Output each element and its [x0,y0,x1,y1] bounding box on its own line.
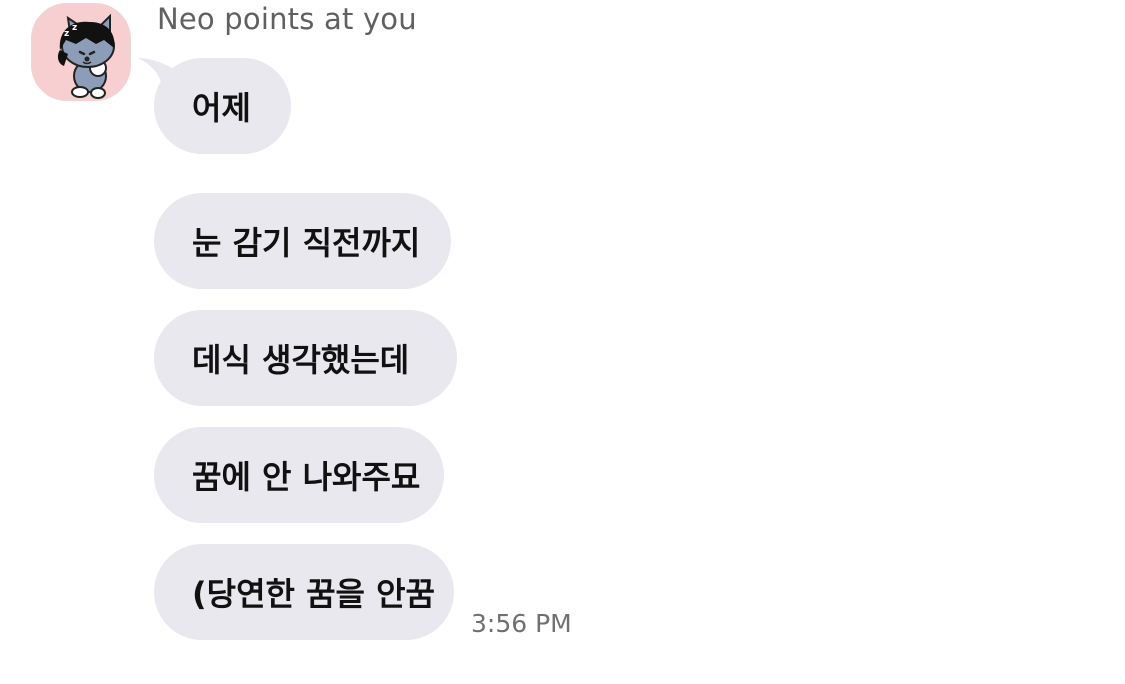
sender-name: Neo points at you [157,2,417,36]
message-timestamp: 3:56 PM [471,609,572,638]
avatar[interactable]: z z [31,3,131,101]
message-bubble[interactable]: 눈 감기 직전까지 [154,193,451,289]
message-bubble[interactable]: 꿈에 안 나와주묘 [154,427,444,523]
message-bubble[interactable]: 데식 생각했는데 [154,310,457,406]
message-bubble[interactable]: (당연한 꿈을 안꿈 [154,544,454,640]
svg-text:z: z [72,23,77,33]
svg-text:z: z [64,29,69,39]
neo-cat-avatar-icon: z z [57,13,115,99]
message-bubble[interactable]: 어제 [154,58,291,154]
